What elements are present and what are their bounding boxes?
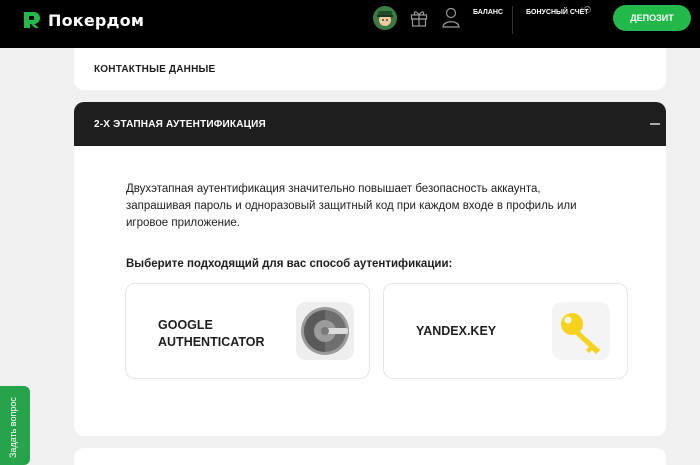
method-name: GOOGLE AUTHENTICATOR [158, 318, 265, 349]
minus-icon[interactable] [650, 123, 660, 125]
deposit-button[interactable]: ДЕПОЗИТ [613, 5, 691, 31]
gift-icon[interactable] [409, 8, 429, 33]
pokerdom-logo-icon [22, 10, 42, 30]
ask-question-tab[interactable]: Задать вопрос [0, 386, 30, 465]
two-factor-section: 2-Х ЭТАПНАЯ АУТЕНТИФИКАЦИЯ Двухэтапная а… [74, 102, 666, 436]
contacts-title: КОНТАКТНЫЕ ДАННЫЕ [94, 64, 216, 75]
two-factor-description: Двухэтапная аутентификация значительно п… [126, 183, 577, 229]
bonus-account-label[interactable]: БОНУСНЫЙ СЧЁТ [526, 9, 589, 16]
help-icon[interactable]: ? [584, 6, 591, 13]
google-authenticator-option[interactable]: GOOGLE AUTHENTICATOR [125, 283, 370, 379]
yandex-key-option[interactable]: YANDEX.KEY [383, 283, 628, 379]
method-name: YANDEX.KEY [416, 324, 497, 338]
avatar[interactable] [373, 6, 397, 30]
ask-question-label: Задать вопрос [8, 397, 18, 458]
header-divider [512, 6, 513, 34]
top-header: Покердом БАЛАНС БОНУСНЫЙ СЧЁТ ? ДЕПОЗИТ [0, 0, 700, 48]
google-authenticator-icon [296, 302, 354, 360]
key-icon [552, 302, 610, 360]
brand-name: Покердом [48, 10, 145, 30]
contacts-section[interactable]: КОНТАКТНЫЕ ДАННЫЕ [74, 48, 666, 90]
next-section [74, 448, 666, 465]
balance-label[interactable]: БАЛАНС [473, 9, 503, 16]
user-icon[interactable] [441, 6, 461, 33]
two-factor-header[interactable]: 2-Х ЭТАПНАЯ АУТЕНТИФИКАЦИЯ [74, 102, 666, 146]
two-factor-title: 2-Х ЭТАПНАЯ АУТЕНТИФИКАЦИЯ [94, 119, 266, 130]
choose-method-label: Выберите подходящий для вас способ аутен… [126, 258, 453, 270]
brand-logo[interactable]: Покердом [22, 9, 144, 31]
